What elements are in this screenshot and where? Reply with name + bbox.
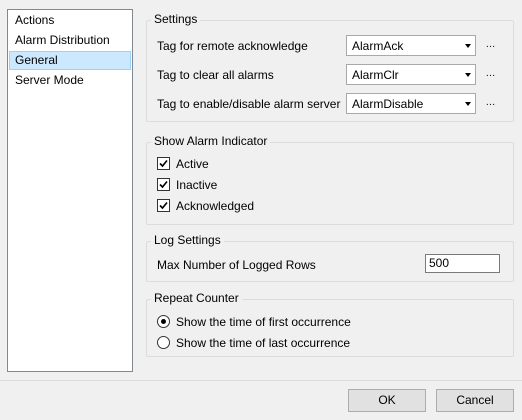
nav-item-server-mode[interactable]: Server Mode [9,71,131,90]
nav-item-actions[interactable]: Actions [9,11,131,30]
clear-alarms-label: Tag to clear all alarms [157,68,274,82]
acknowledged-checkbox-label[interactable]: Acknowledged [176,199,254,213]
chevron-down-icon [465,102,471,106]
enable-server-label: Tag to enable/disable alarm server [157,97,341,111]
settings-group-title: Settings [151,12,201,26]
active-checkbox[interactable] [157,157,170,170]
category-list[interactable]: Actions Alarm Distribution General Serve… [7,9,133,372]
cancel-button[interactable]: Cancel [436,389,514,412]
last-occurrence-label[interactable]: Show the time of last occurrence [176,336,350,350]
clear-alarms-browse-button[interactable]: … [483,69,497,83]
repeat-counter-group-title: Repeat Counter [151,291,242,305]
alarm-indicator-group: Show Alarm Indicator Active Inactive Ack… [146,134,514,225]
check-icon [159,159,168,168]
remote-ack-combo[interactable]: AlarmAck [346,35,476,56]
enable-server-combo[interactable]: AlarmDisable [346,93,476,114]
chevron-down-icon [465,73,471,77]
remote-ack-browse-button[interactable]: … [483,40,497,54]
log-settings-group: Log Settings Max Number of Logged Rows 5… [146,233,514,282]
repeat-counter-group: Repeat Counter Show the time of first oc… [146,291,514,357]
footer-divider [0,380,522,381]
first-occurrence-radio[interactable] [157,315,170,328]
nav-item-alarm-distribution[interactable]: Alarm Distribution [9,31,131,50]
max-logged-rows-input[interactable]: 500 [425,254,500,273]
clear-alarms-combo[interactable]: AlarmClr [346,64,476,85]
inactive-checkbox-label[interactable]: Inactive [176,178,217,192]
check-icon [159,201,168,210]
chevron-down-icon [465,44,471,48]
log-settings-group-title: Log Settings [151,233,224,247]
active-checkbox-label[interactable]: Active [176,157,209,171]
nav-item-general[interactable]: General [9,51,131,70]
settings-group: Settings Tag for remote acknowledge Alar… [146,12,514,122]
inactive-checkbox[interactable] [157,178,170,191]
acknowledged-checkbox[interactable] [157,199,170,212]
alarm-indicator-group-title: Show Alarm Indicator [151,134,271,148]
ok-button[interactable]: OK [348,389,426,412]
clear-alarms-value: AlarmClr [352,68,399,82]
remote-ack-value: AlarmAck [352,39,404,53]
last-occurrence-radio[interactable] [157,336,170,349]
max-logged-rows-label: Max Number of Logged Rows [157,258,316,272]
enable-server-value: AlarmDisable [352,97,424,111]
check-icon [159,180,168,189]
remote-ack-label: Tag for remote acknowledge [157,39,308,53]
first-occurrence-label[interactable]: Show the time of first occurrence [176,315,351,329]
enable-server-browse-button[interactable]: … [483,98,497,112]
